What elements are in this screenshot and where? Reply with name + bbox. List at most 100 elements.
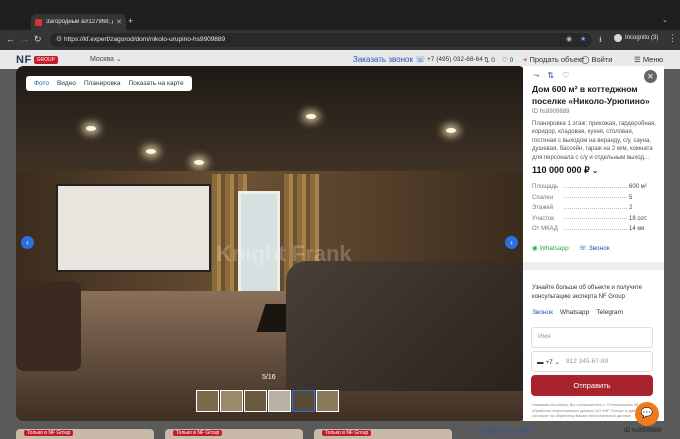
compare-counter[interactable]: ⇅ 0 (484, 56, 495, 64)
country-code-select[interactable]: ▬ +7 ⌄ (537, 358, 560, 366)
param-key: Спален (532, 194, 554, 201)
back-icon[interactable]: ← (6, 34, 15, 44)
forward-icon[interactable]: → (20, 34, 29, 44)
listing-price[interactable]: 110 000 000 ₽ ⌄ (532, 165, 598, 176)
gallery-thumbnail[interactable] (220, 390, 243, 412)
related-card[interactable]: Только в NF Group (314, 429, 452, 439)
photo-sofa (286, 261, 526, 391)
new-tab-icon[interactable]: + (128, 16, 133, 26)
gallery-thumbnail[interactable] (268, 390, 291, 412)
form-tab-call[interactable]: Звонок (532, 309, 553, 316)
favorite-icon[interactable]: ♡ (562, 71, 569, 81)
phone-number[interactable]: +7 (495) 032-68-64 (427, 56, 483, 63)
form-tab-telegram[interactable]: Telegram (596, 309, 623, 316)
browser-toolbar: ← → ↻ ⚙ https://kf.expert/zagorod/dom/ni… (0, 30, 680, 50)
contact-links: ◉ Whatsapp ☏ Звонок (532, 244, 610, 252)
gallery-tab-video[interactable]: Видео (57, 80, 76, 87)
gallery-counter: 5/16 (262, 374, 276, 381)
reload-icon[interactable]: ↻ (34, 34, 42, 45)
gallery-thumbnails (196, 390, 340, 412)
request-call-button[interactable]: Заказать звонок ☏ (353, 55, 425, 64)
gallery-thumbnail-active[interactable] (292, 390, 315, 412)
photo-watermark: Knight Frank (216, 241, 352, 266)
call-label: Звонок (588, 245, 610, 252)
photo-lamp (446, 128, 456, 133)
param-row: Площадь 600 м² (532, 182, 657, 193)
city-select[interactable]: Москва ⌄ (90, 55, 122, 63)
favorites-count: 0 (509, 57, 514, 64)
listing-panel: ⤳ ⇅ ♡ ✕ Дом 600 м² в коттеджном поселке … (523, 66, 664, 421)
param-row: Участок 18 сот. (532, 214, 657, 225)
phone-input[interactable]: ▬ +7 ⌄ 912 345-67-89 (531, 351, 653, 372)
param-value: 600 м² (629, 184, 647, 191)
close-icon[interactable]: ✕ (644, 70, 657, 83)
submit-button[interactable]: Отправить (531, 375, 653, 396)
incognito-eye-icon[interactable]: ◉ (566, 35, 572, 43)
photo-gallery[interactable]: Knight Frank Фото Видео Планировка Показ… (16, 66, 526, 421)
param-value: 2 (629, 205, 633, 212)
form-tab-whatsapp[interactable]: Whatsapp (560, 309, 589, 316)
city-label: Москва (90, 56, 114, 63)
tab-search-icon[interactable]: ⌄ (662, 16, 668, 24)
share-icon[interactable]: ⤳ (533, 71, 539, 81)
gallery-tab-photo[interactable]: Фото (34, 80, 49, 87)
param-key: Площадь (532, 184, 559, 191)
favorites-counter[interactable]: ♡ 0 (502, 56, 513, 64)
gallery-tabs: Фото Видео Планировка Показать на карте (26, 76, 192, 91)
call-link[interactable]: ☏ Звонок (579, 244, 610, 252)
site-info-icon[interactable]: ⚙ (56, 35, 62, 43)
menu-button[interactable]: ☰ Меню (634, 55, 663, 64)
param-key: Участок (532, 215, 554, 222)
gallery-next-button[interactable]: › (505, 236, 518, 249)
country-code: +7 (545, 359, 553, 366)
compare-count: 0 (491, 57, 495, 64)
whatsapp-link[interactable]: ◉ Whatsapp (532, 244, 569, 252)
incognito-badge[interactable]: Incognito (3) (614, 34, 658, 42)
compare-icon[interactable]: ⇅ (547, 71, 554, 81)
sell-property-button[interactable]: + Продать объект (523, 55, 585, 64)
chat-icon[interactable]: 💬 (635, 402, 659, 426)
download-icon[interactable]: ⭳ (599, 34, 602, 48)
browser-tab-bar: Загородный &#127968; дом ✕ + ⌄ (0, 0, 680, 30)
more-menu-icon[interactable]: ⋮ (668, 33, 677, 44)
tab-title: Загородный &#127968; дом (46, 19, 113, 25)
address-bar[interactable]: ⚙ https://kf.expert/zagorod/dom/nikolo-u… (50, 33, 592, 47)
login-label: Войти (591, 55, 613, 64)
phone-icon: ☏ (578, 245, 587, 252)
param-row: От МКАД 14 км (532, 224, 657, 235)
login-button[interactable]: ◯ Войти (581, 55, 612, 64)
whatsapp-label: Whatsapp (539, 245, 569, 252)
chevron-down-icon: ⌄ (592, 168, 599, 175)
gallery-thumbnail[interactable] (316, 390, 339, 412)
related-card[interactable]: Только в NF Group (16, 429, 154, 439)
param-value: 14 км (629, 226, 645, 233)
gallery-tab-plan[interactable]: Планировка (84, 80, 121, 87)
bottom-listing-id: ID hs9909889 (624, 428, 662, 434)
gallery-thumbnail[interactable] (196, 390, 219, 412)
bookmark-star-icon[interactable]: ★ (580, 35, 586, 43)
photo-lamp (146, 149, 156, 154)
phone-placeholder: 912 345-67-89 (566, 358, 609, 365)
price-value: 110 000 000 ₽ (532, 165, 590, 175)
param-value: 5 (629, 194, 633, 201)
browser-tab[interactable]: Загородный &#127968; дом ✕ (31, 14, 126, 30)
gallery-prev-button[interactable]: ‹ (21, 236, 34, 249)
form-intro: Узнайте больше об объекте и получите кон… (532, 285, 642, 300)
name-input[interactable]: Имя (531, 327, 653, 348)
price-watch-link[interactable]: Следить за ценой (478, 428, 532, 435)
gallery-tab-map[interactable]: Показать на карте (129, 80, 184, 87)
logo[interactable]: NF GROUP (16, 53, 59, 66)
close-tab-icon[interactable]: ✕ (116, 18, 122, 26)
sell-label: Продать объект (529, 55, 585, 64)
card-badge: Только в NF Group (173, 430, 223, 436)
whatsapp-icon: ◉ (532, 245, 538, 252)
gallery-thumbnail[interactable] (244, 390, 267, 412)
incognito-icon (614, 34, 622, 42)
param-row: Этажей 2 (532, 203, 657, 214)
menu-label: Меню (642, 55, 664, 64)
listing-actions: ⤳ ⇅ ♡ (533, 71, 577, 81)
related-card[interactable]: Только в NF Group (165, 429, 303, 439)
photo-lamp (194, 160, 204, 165)
form-tabs: Звонок Whatsapp Telegram (532, 309, 630, 316)
param-value: 18 сот. (629, 215, 648, 222)
